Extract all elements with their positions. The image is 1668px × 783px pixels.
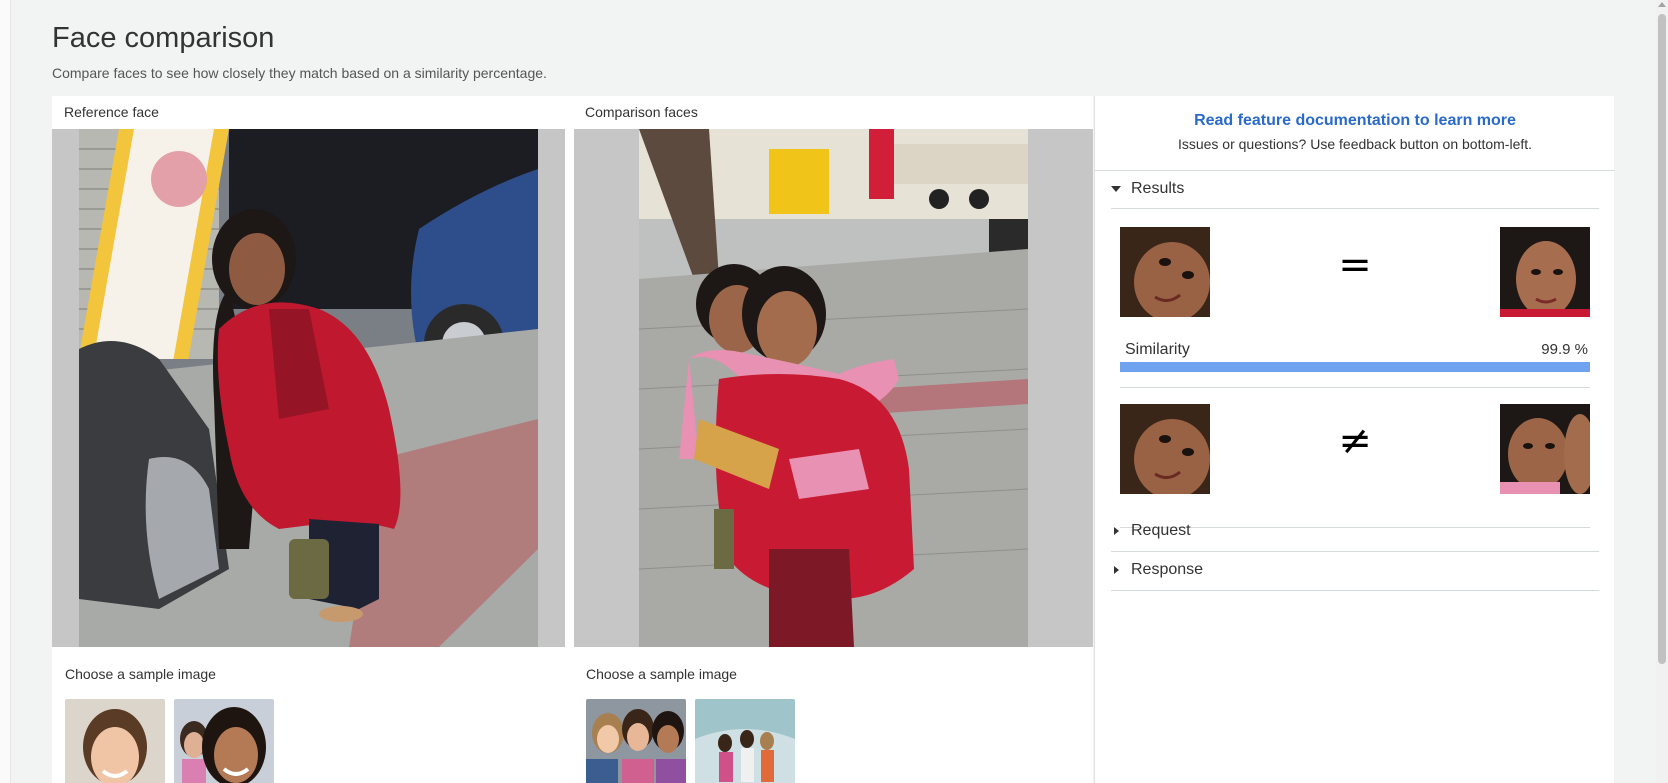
results-heading: Results (1131, 180, 1185, 197)
issues-text: Issues or questions? Use feedback button… (1177, 136, 1533, 152)
similarity-value: 99.9 % (1541, 341, 1588, 358)
comparison-image (639, 129, 1028, 647)
similarity-bar (1120, 362, 1590, 372)
reference-sample-label: Choose a sample image (65, 666, 216, 682)
left-gutter (0, 0, 11, 783)
reference-image (79, 129, 538, 647)
reference-face-heading: Reference face (64, 104, 159, 120)
comparison-sample-thumbnail-2[interactable] (695, 699, 795, 783)
caret-right-icon (1114, 527, 1119, 535)
caret-down-icon (1111, 186, 1121, 192)
scroll-up-arrow-icon[interactable] (1658, 2, 1666, 7)
page-title: Face comparison (52, 22, 275, 54)
comparison-sample-thumbnail-1[interactable] (586, 699, 686, 783)
similarity-bar-fill (1120, 362, 1590, 372)
reference-sample-thumbnail-1[interactable] (65, 699, 165, 783)
unmatched-face-crop (1500, 404, 1590, 494)
divider (1111, 208, 1599, 209)
comparison-faces-heading: Comparison faces (585, 104, 698, 120)
scrollbar-thumb[interactable] (1658, 14, 1666, 664)
comparison-sample-label: Choose a sample image (586, 666, 737, 682)
request-heading: Request (1131, 522, 1191, 539)
divider (1095, 170, 1615, 171)
response-heading: Response (1131, 561, 1204, 578)
divider (1111, 590, 1599, 591)
match-equal-icon: = (1338, 242, 1372, 288)
reference-image-frame (52, 129, 565, 647)
response-section-toggle[interactable]: Response (1111, 561, 1203, 579)
matched-face-crop (1500, 227, 1590, 317)
page-subtitle: Compare faces to see how closely they ma… (52, 65, 547, 81)
comparison-image-frame (574, 129, 1093, 647)
reference-sample-thumbnail-2[interactable] (174, 699, 274, 783)
divider (1111, 551, 1599, 552)
request-section-toggle[interactable]: Request (1111, 522, 1191, 540)
similarity-label: Similarity (1125, 341, 1190, 358)
no-match-icon: ≠ (1338, 418, 1372, 464)
images-panel: Reference face Comparison faces Choose a… (52, 96, 1093, 783)
results-section-toggle[interactable]: Results (1111, 180, 1184, 198)
page-scrollbar[interactable] (1656, 0, 1668, 783)
documentation-link[interactable]: Read feature documentation to learn more (1095, 112, 1615, 130)
reference-face-crop (1120, 404, 1210, 494)
results-panel: Read feature documentation to learn more… (1094, 96, 1615, 783)
reference-face-crop (1120, 227, 1210, 317)
divider (1120, 387, 1590, 388)
caret-right-icon (1114, 566, 1119, 574)
